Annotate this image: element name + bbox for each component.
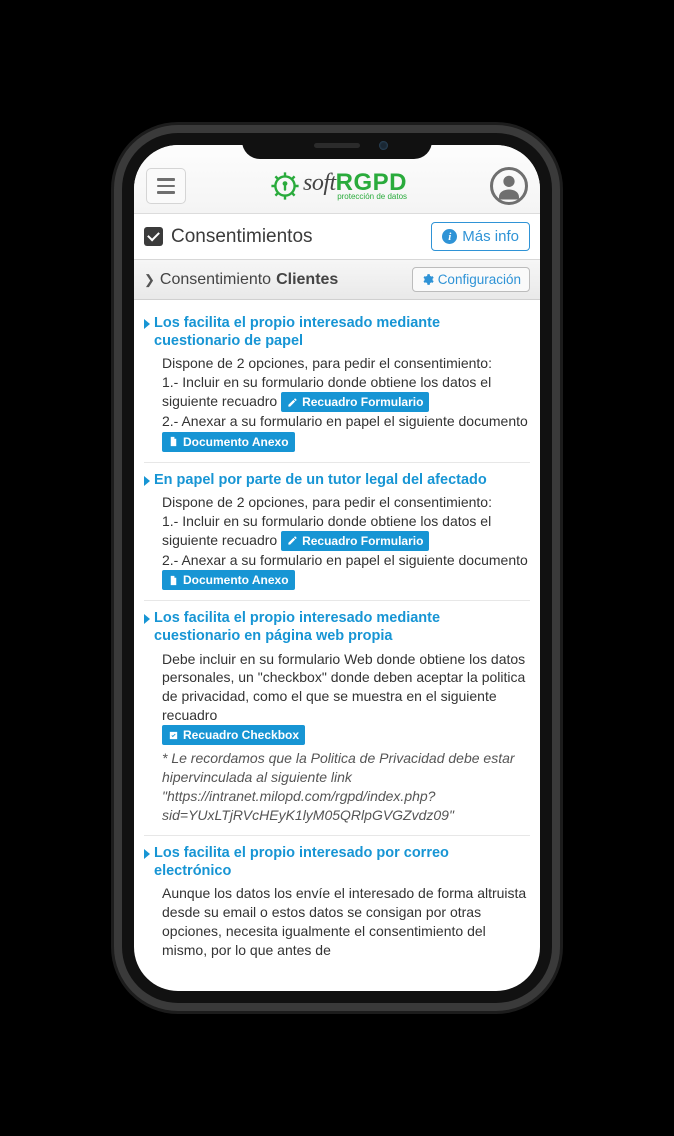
list-item: Los facilita el propio interesado median… xyxy=(144,601,530,836)
edit-icon xyxy=(287,397,298,408)
item-text: Debe incluir en su formulario Web donde … xyxy=(162,650,530,726)
badge-label: Documento Anexo xyxy=(183,434,289,450)
subheader-strong: Clientes xyxy=(276,271,338,289)
phone-notch xyxy=(242,133,432,159)
app-screen: softRGPD protección de datos Consentimie… xyxy=(134,145,540,991)
item-toggle[interactable]: En papel por parte de un tutor legal del… xyxy=(144,471,530,489)
app-logo: softRGPD protección de datos xyxy=(269,170,407,202)
edit-icon xyxy=(287,535,298,546)
recuadro-formulario-button[interactable]: Recuadro Formulario xyxy=(281,392,429,412)
item-toggle[interactable]: Los facilita el propio interesado median… xyxy=(144,609,530,645)
caret-right-icon xyxy=(144,849,150,859)
info-icon: i xyxy=(442,229,457,244)
file-icon xyxy=(168,575,179,586)
subheader-title[interactable]: ❯ Consentimiento Clientes xyxy=(144,271,338,289)
item-line: 2.- Anexar a su formulario en papel el s… xyxy=(162,413,528,429)
gear-icon xyxy=(421,273,434,286)
more-info-label: Más info xyxy=(462,228,519,245)
title-row: Consentimientos i Más info xyxy=(134,214,540,259)
item-title: Los facilita el propio interesado por co… xyxy=(154,844,530,880)
item-body: Aunque los datos los envíe el interesado… xyxy=(144,880,530,960)
item-title: En papel por parte de un tutor legal del… xyxy=(154,471,487,489)
config-label: Configuración xyxy=(438,272,521,287)
logo-gear-icon xyxy=(269,170,301,202)
item-body: Debe incluir en su formulario Web donde … xyxy=(144,646,530,826)
badge-label: Recuadro Formulario xyxy=(302,533,423,549)
item-text: Aunque los datos los envíe el interesado… xyxy=(162,884,530,960)
content-list: Los facilita el propio interesado median… xyxy=(134,300,540,991)
list-item: Los facilita el propio interesado por co… xyxy=(144,836,530,970)
item-intro: Dispone de 2 opciones, para pedir el con… xyxy=(162,493,530,512)
documento-anexo-button[interactable]: Documento Anexo xyxy=(162,432,295,452)
item-intro: Dispone de 2 opciones, para pedir el con… xyxy=(162,354,530,373)
badge-label: Recuadro Formulario xyxy=(302,394,423,410)
item-title: Los facilita el propio interesado median… xyxy=(154,609,530,645)
item-title: Los facilita el propio interesado median… xyxy=(154,314,530,350)
logo-tagline: protección de datos xyxy=(337,193,407,200)
caret-right-icon xyxy=(144,476,150,486)
documento-anexo-button[interactable]: Documento Anexo xyxy=(162,570,295,590)
item-body: Dispone de 2 opciones, para pedir el con… xyxy=(144,350,530,451)
subheader: ❯ Consentimiento Clientes Configuración xyxy=(134,259,540,300)
avatar-button[interactable] xyxy=(490,167,528,205)
caret-right-icon xyxy=(144,319,150,329)
chevron-right-icon: ❯ xyxy=(144,272,155,288)
list-item: Los facilita el propio interesado median… xyxy=(144,306,530,463)
item-toggle[interactable]: Los facilita el propio interesado por co… xyxy=(144,844,530,880)
item-note: * Le recordamos que la Politica de Priva… xyxy=(162,749,530,825)
list-item: En papel por parte de un tutor legal del… xyxy=(144,463,530,602)
caret-right-icon xyxy=(144,614,150,624)
subheader-prefix: Consentimiento xyxy=(160,271,271,289)
logo-text-soft: soft xyxy=(303,170,336,196)
config-button[interactable]: Configuración xyxy=(412,267,530,292)
badge-label: Recuadro Checkbox xyxy=(183,727,299,743)
item-body: Dispone de 2 opciones, para pedir el con… xyxy=(144,489,530,590)
more-info-button[interactable]: i Más info xyxy=(431,222,530,251)
item-toggle[interactable]: Los facilita el propio interesado median… xyxy=(144,314,530,350)
file-icon xyxy=(168,436,179,447)
menu-button[interactable] xyxy=(146,168,186,204)
page-title: Consentimientos xyxy=(171,226,313,248)
item-line: 2.- Anexar a su formulario en papel el s… xyxy=(162,552,528,568)
recuadro-checkbox-button[interactable]: Recuadro Checkbox xyxy=(162,725,305,745)
check-icon xyxy=(144,227,163,246)
checkbox-icon xyxy=(168,730,179,741)
phone-frame: softRGPD protección de datos Consentimie… xyxy=(122,133,552,1003)
badge-label: Documento Anexo xyxy=(183,572,289,588)
recuadro-formulario-button[interactable]: Recuadro Formulario xyxy=(281,531,429,551)
